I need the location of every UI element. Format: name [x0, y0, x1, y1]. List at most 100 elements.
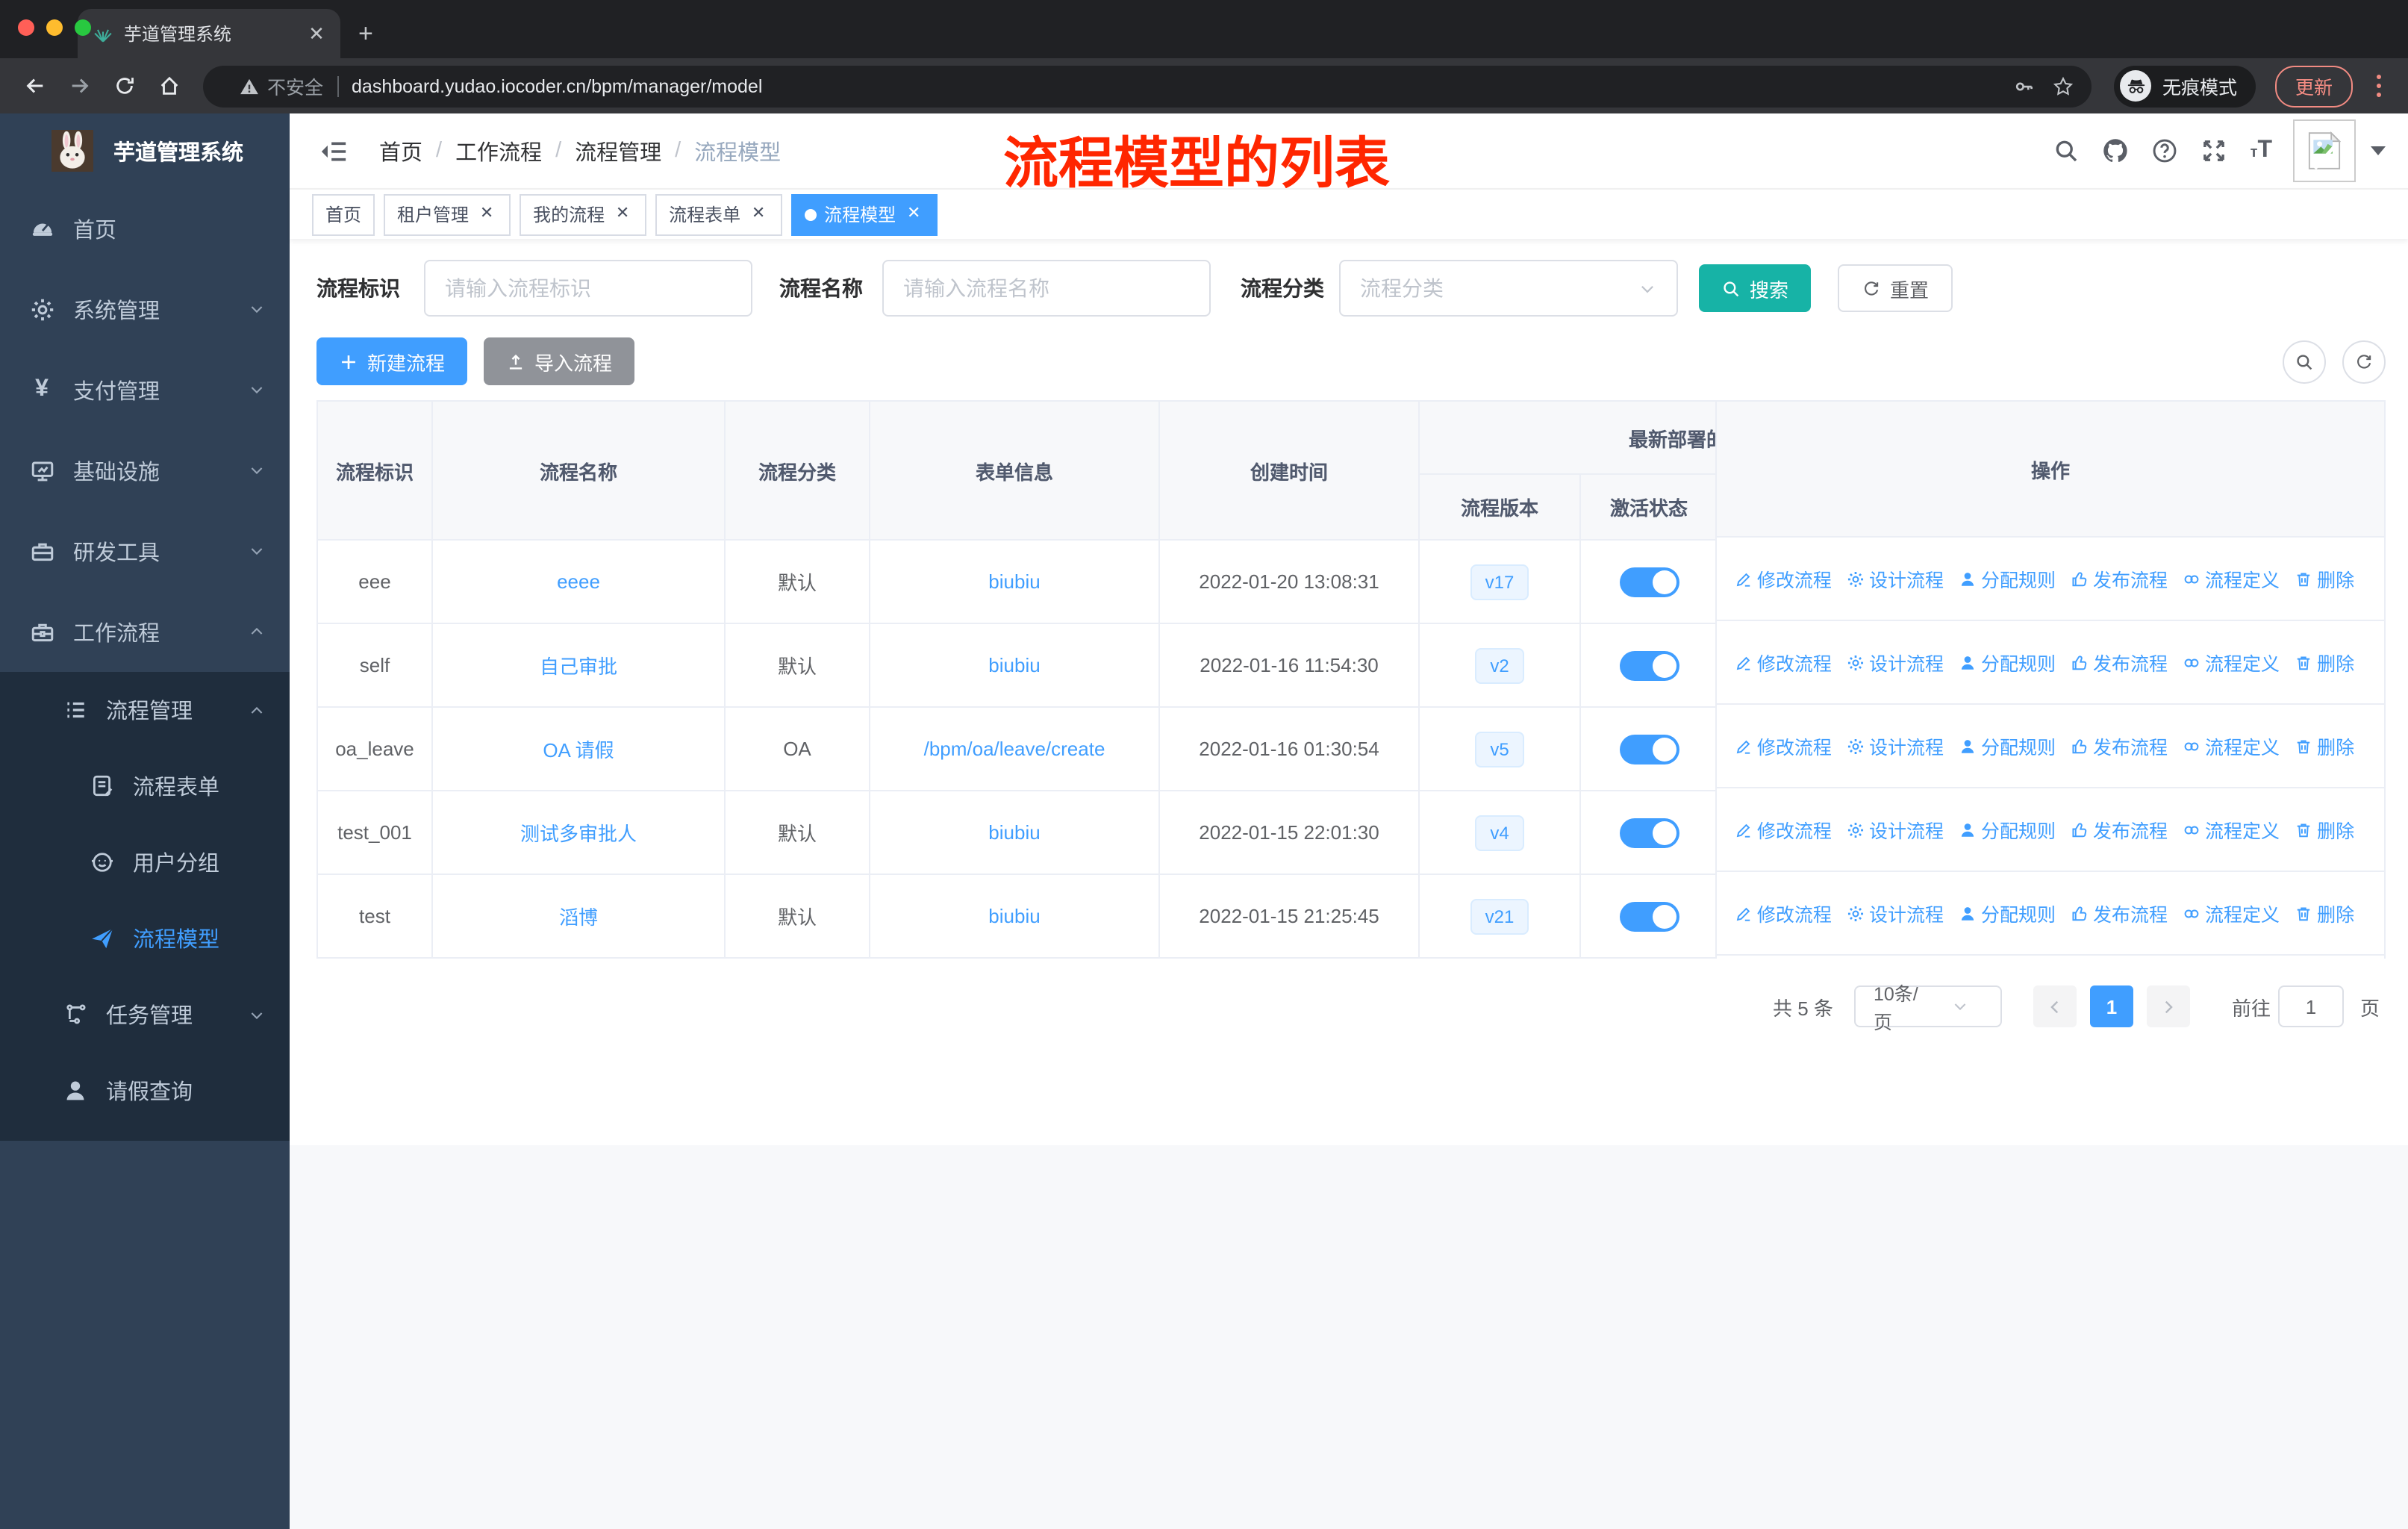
- zoom-window-button[interactable]: [75, 19, 91, 36]
- tag-process-form[interactable]: 流程表单 ✕: [655, 193, 783, 235]
- search-button[interactable]: 搜索: [1699, 264, 1812, 312]
- active-toggle[interactable]: [1619, 567, 1679, 597]
- page-1-button[interactable]: 1: [2089, 985, 2133, 1027]
- breadcrumb-workflow[interactable]: 工作流程: [455, 135, 542, 166]
- tag-close-icon[interactable]: ✕: [748, 204, 769, 225]
- process-name-link[interactable]: 自己审批: [540, 655, 617, 678]
- action-edit[interactable]: 修改流程: [1735, 899, 1832, 927]
- filter-key-input[interactable]: [424, 260, 752, 317]
- form-info-link[interactable]: biubiu: [988, 570, 1040, 593]
- forward-icon[interactable]: [60, 66, 99, 105]
- password-key-icon[interactable]: [2015, 75, 2036, 96]
- back-icon[interactable]: [15, 66, 54, 105]
- page-size-select[interactable]: 10条/页: [1853, 984, 2002, 1033]
- action-design[interactable]: 设计流程: [1847, 564, 1944, 593]
- prev-page-button[interactable]: [2033, 985, 2077, 1027]
- form-info-link[interactable]: /bpm/oa/leave/create: [924, 738, 1105, 760]
- active-toggle[interactable]: [1619, 818, 1679, 847]
- refresh-table-icon[interactable]: [2342, 340, 2386, 383]
- browser-tab[interactable]: 芋道管理系统 ✕: [78, 9, 340, 58]
- action-definition[interactable]: 流程定义: [2183, 899, 2280, 927]
- action-delete[interactable]: 删除: [2295, 815, 2354, 844]
- create-process-button[interactable]: 新建流程: [316, 337, 468, 385]
- tab-close-icon[interactable]: ✕: [305, 22, 328, 46]
- process-name-link[interactable]: 滔博: [559, 906, 598, 929]
- action-assign[interactable]: 分配规则: [1959, 899, 2056, 927]
- sidebar-item-leave-query[interactable]: 请假查询: [0, 1053, 290, 1129]
- next-page-button[interactable]: [2146, 985, 2190, 1027]
- url-bar[interactable]: 不安全 dashboard.yudao.iocoder.cn/bpm/manag…: [203, 65, 2092, 107]
- process-name-link[interactable]: 测试多审批人: [520, 823, 637, 845]
- sidebar-item-process-model[interactable]: 流程模型: [0, 900, 290, 977]
- action-publish[interactable]: 发布流程: [2071, 899, 2168, 927]
- tag-home[interactable]: 首页: [312, 193, 375, 235]
- sidebar-item-devtools[interactable]: 研发工具: [0, 511, 290, 591]
- form-info-link[interactable]: biubiu: [988, 905, 1040, 927]
- action-publish[interactable]: 发布流程: [2071, 564, 2168, 593]
- sidebar-item-process-mgmt[interactable]: 流程管理: [0, 672, 290, 748]
- reset-button[interactable]: 重置: [1838, 264, 1953, 312]
- action-edit[interactable]: 修改流程: [1735, 815, 1832, 844]
- filter-name-input[interactable]: [882, 260, 1211, 317]
- active-toggle[interactable]: [1619, 734, 1679, 764]
- filter-category-select[interactable]: 流程分类: [1339, 260, 1678, 317]
- action-assign[interactable]: 分配规则: [1959, 732, 2056, 760]
- tag-close-icon[interactable]: ✕: [612, 204, 633, 225]
- action-design[interactable]: 设计流程: [1847, 732, 1944, 760]
- action-edit[interactable]: 修改流程: [1735, 564, 1832, 593]
- active-toggle[interactable]: [1619, 901, 1679, 931]
- action-design[interactable]: 设计流程: [1847, 899, 1944, 927]
- minimize-window-button[interactable]: [46, 19, 63, 36]
- browser-update-button[interactable]: 更新: [2275, 65, 2352, 107]
- action-definition[interactable]: 流程定义: [2183, 815, 2280, 844]
- action-assign[interactable]: 分配规则: [1959, 815, 2056, 844]
- github-icon[interactable]: [2103, 137, 2130, 164]
- sidebar-fold-icon[interactable]: [312, 137, 355, 165]
- action-delete[interactable]: 删除: [2295, 732, 2354, 760]
- action-definition[interactable]: 流程定义: [2183, 732, 2280, 760]
- avatar[interactable]: [2293, 119, 2356, 182]
- tag-process-model[interactable]: 流程模型 ✕: [791, 193, 938, 235]
- breadcrumb-home[interactable]: 首页: [379, 135, 422, 166]
- sidebar-item-payment[interactable]: ¥ 支付管理: [0, 349, 290, 430]
- close-window-button[interactable]: [18, 19, 34, 36]
- process-name-link[interactable]: eeee: [557, 570, 600, 593]
- active-toggle[interactable]: [1619, 650, 1679, 680]
- sidebar-item-user-group[interactable]: 用户分组: [0, 824, 290, 900]
- action-publish[interactable]: 发布流程: [2071, 732, 2168, 760]
- action-publish[interactable]: 发布流程: [2071, 648, 2168, 676]
- import-process-button[interactable]: 导入流程: [484, 337, 635, 385]
- action-definition[interactable]: 流程定义: [2183, 648, 2280, 676]
- sidebar-logo[interactable]: 芋道管理系统: [0, 113, 290, 188]
- help-icon[interactable]: [2152, 137, 2179, 164]
- browser-menu-icon[interactable]: [2364, 74, 2393, 98]
- tag-close-icon[interactable]: ✕: [903, 204, 924, 225]
- reload-icon[interactable]: [105, 66, 143, 105]
- action-delete[interactable]: 删除: [2295, 564, 2354, 593]
- tag-close-icon[interactable]: ✕: [476, 204, 497, 225]
- form-info-link[interactable]: biubiu: [988, 821, 1040, 844]
- tag-my-process[interactable]: 我的流程 ✕: [520, 193, 647, 235]
- form-info-link[interactable]: biubiu: [988, 654, 1040, 676]
- action-publish[interactable]: 发布流程: [2071, 815, 2168, 844]
- search-icon[interactable]: [2053, 137, 2080, 164]
- tag-tenant[interactable]: 租户管理 ✕: [384, 193, 511, 235]
- breadcrumb-process-mgmt[interactable]: 流程管理: [575, 135, 661, 166]
- home-icon[interactable]: [149, 66, 188, 105]
- new-tab-button[interactable]: +: [358, 19, 373, 58]
- action-design[interactable]: 设计流程: [1847, 815, 1944, 844]
- action-edit[interactable]: 修改流程: [1735, 732, 1832, 760]
- sidebar-item-process-form[interactable]: 流程表单: [0, 748, 290, 824]
- action-delete[interactable]: 删除: [2295, 648, 2354, 676]
- font-size-icon[interactable]: тT: [2251, 137, 2272, 164]
- action-assign[interactable]: 分配规则: [1959, 648, 2056, 676]
- action-edit[interactable]: 修改流程: [1735, 648, 1832, 676]
- security-warning[interactable]: 不安全: [221, 72, 323, 100]
- action-definition[interactable]: 流程定义: [2183, 564, 2280, 593]
- action-design[interactable]: 设计流程: [1847, 648, 1944, 676]
- fullscreen-icon[interactable]: [2201, 137, 2228, 164]
- process-name-link[interactable]: OA 请假: [543, 739, 614, 762]
- goto-page-input[interactable]: [2277, 985, 2344, 1027]
- toggle-search-icon[interactable]: [2283, 340, 2326, 383]
- sidebar-item-home[interactable]: 首页: [0, 188, 290, 269]
